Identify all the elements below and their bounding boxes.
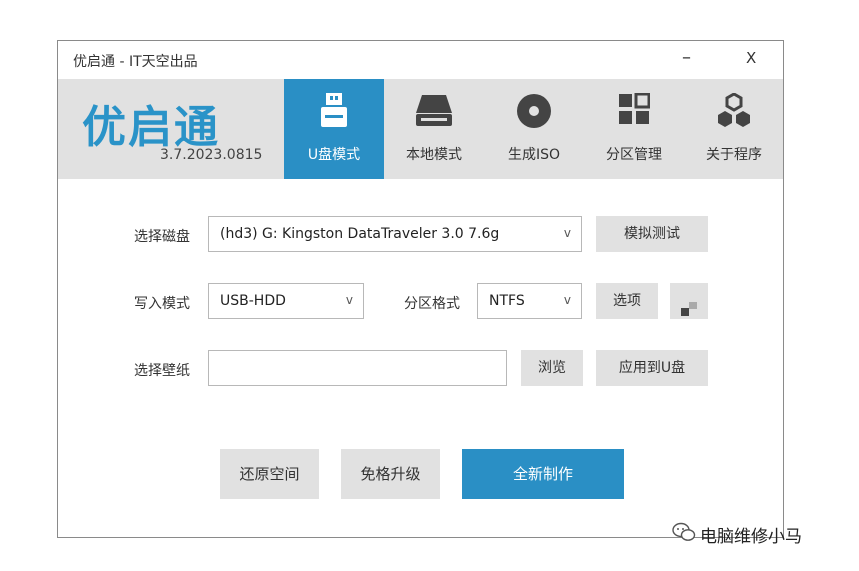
wallpaper-input[interactable] [208, 350, 507, 386]
wallpaper-label: 选择壁纸 [134, 363, 190, 379]
chevron-down-icon: v [563, 293, 571, 307]
write-mode-value: USB-HDD [220, 293, 286, 309]
minimize-button[interactable]: – [682, 47, 691, 68]
options-button[interactable]: 选项 [596, 283, 658, 319]
tab-make-iso-label: 生成ISO [507, 147, 561, 163]
title-bar[interactable]: 优启通 - IT天空出品 – X [58, 41, 783, 79]
partition-format-label: 分区格式 [404, 296, 460, 312]
write-mode-select[interactable]: USB-HDD v [208, 283, 364, 319]
tab-partition-manage-label: 分区管理 [606, 147, 662, 163]
simulate-test-button[interactable]: 模拟测试 [596, 216, 708, 252]
watermark: 电脑维修小马 [672, 522, 802, 547]
tab-partition-manage[interactable]: 分区管理 [584, 79, 684, 179]
apply-to-usb-button[interactable]: 应用到U盘 [596, 350, 708, 386]
expand-button[interactable] [670, 283, 708, 319]
tab-about-label: 关于程序 [706, 147, 762, 163]
tab-usb-mode[interactable]: U盘模式 [284, 79, 384, 179]
app-window: 优启通 - IT天空出品 – X 优启通 3.7.2023.0815 U盘模式 [57, 40, 784, 538]
disc-icon [516, 93, 552, 133]
close-button[interactable]: X [746, 49, 756, 67]
disk-select-value: (hd3) G: Kingston DataTraveler 3.0 7.6g [220, 226, 500, 242]
new-create-button[interactable]: 全新制作 [462, 449, 624, 499]
tab-usb-mode-label: U盘模式 [307, 147, 361, 163]
disk-select[interactable]: (hd3) G: Kingston DataTraveler 3.0 7.6g … [208, 216, 582, 252]
tab-about[interactable]: 关于程序 [684, 79, 784, 179]
usb-drive-icon [317, 93, 351, 133]
partition-grid-icon [618, 92, 651, 129]
hard-disk-icon [415, 93, 453, 131]
wechat-icon [672, 522, 696, 547]
hexagons-icon [715, 92, 753, 133]
browse-button[interactable]: 浏览 [521, 350, 583, 386]
write-mode-label: 写入模式 [134, 296, 190, 312]
tab-make-iso[interactable]: 生成ISO [484, 79, 584, 179]
disk-label: 选择磁盘 [134, 229, 190, 245]
version-label: 3.7.2023.0815 [160, 147, 263, 163]
expand-squares-icon [681, 294, 697, 330]
chevron-down-icon: v [345, 293, 353, 307]
partition-format-select[interactable]: NTFS v [477, 283, 582, 319]
partition-format-value: NTFS [489, 293, 525, 309]
chevron-down-icon: v [563, 226, 571, 240]
tab-local-mode-label: 本地模式 [406, 147, 462, 163]
window-title: 优启通 - IT天空出品 [73, 54, 198, 70]
upgrade-button[interactable]: 免格升级 [341, 449, 440, 499]
watermark-text: 电脑维修小马 [700, 527, 802, 547]
header-bar: 优启通 3.7.2023.0815 U盘模式 本地模式 生成ISO 分区管理 关… [58, 79, 783, 179]
tab-local-mode[interactable]: 本地模式 [384, 79, 484, 179]
app-logo: 优启通 [82, 102, 220, 153]
restore-space-button[interactable]: 还原空间 [220, 449, 319, 499]
